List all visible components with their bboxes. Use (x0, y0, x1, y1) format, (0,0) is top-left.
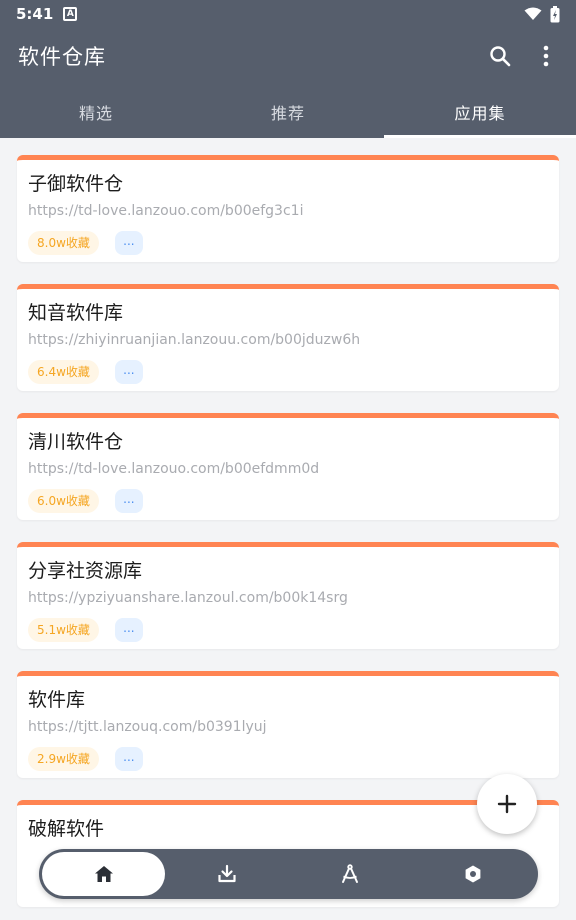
card-tags: 5.1w收藏 ... (28, 618, 548, 642)
title-actions (488, 44, 558, 68)
card-url: https://td-love.lanzouo.com/b00efg3c1i (28, 203, 304, 219)
card-title: 知音软件库 (28, 302, 124, 324)
list-item[interactable]: 分享社资源库 https://ypziyuanshare.lanzoul.com… (17, 542, 559, 649)
gear-icon (465, 865, 481, 883)
battery-icon (550, 5, 560, 22)
list-item[interactable]: 清川软件仓 https://td-love.lanzouo.com/b00efd… (17, 413, 559, 520)
more-options-button[interactable] (534, 44, 558, 68)
more-tag[interactable]: ... (114, 360, 143, 384)
plus-icon (497, 794, 517, 814)
card-url: https://tjtt.lanzouq.com/b0391lyuj (28, 719, 267, 735)
app-notification-icon: A (63, 7, 78, 21)
more-tag[interactable]: ... (114, 489, 143, 513)
card-tags: 6.4w收藏 ... (28, 360, 548, 384)
status-bar: 5:41 A (0, 0, 576, 28)
home-icon (94, 866, 113, 882)
card-title: 破解软件 (28, 818, 105, 840)
card-tags: 8.0w收藏 ... (28, 231, 548, 255)
card-url: https://ypziyuanshare.lanzoul.com/b00k14… (28, 590, 348, 606)
list-item[interactable]: 子御软件仓 https://td-love.lanzouo.com/b00efg… (17, 155, 559, 262)
tab-app-collections[interactable]: 应用集 (384, 86, 576, 138)
download-icon (218, 864, 236, 883)
search-button[interactable] (488, 44, 512, 68)
status-right (524, 5, 560, 23)
nav-downloads[interactable] (165, 852, 288, 896)
tab-recommended[interactable]: 推荐 (192, 86, 384, 138)
card-url: https://td-love.lanzouo.com/b00efdmm0d (28, 461, 320, 477)
card-title: 分享社资源库 (28, 560, 143, 582)
title-bar: 软件仓库 (0, 28, 576, 84)
favorites-badge: 8.0w收藏 (28, 231, 99, 255)
more-tag[interactable]: ... (114, 618, 143, 642)
list-item[interactable]: 知音软件库 https://zhiyinruanjian.lanzouu.com… (17, 284, 559, 391)
app-bar: 5:41 A 软件仓库 精选 推荐 应用集 (0, 0, 576, 138)
bottom-navigation (39, 849, 538, 899)
favorites-badge: 6.0w收藏 (28, 489, 99, 513)
nav-discover[interactable] (289, 852, 412, 896)
add-button[interactable] (477, 774, 537, 834)
page-title: 软件仓库 (18, 45, 106, 69)
card-title: 清川软件仓 (28, 431, 124, 453)
nav-settings[interactable] (412, 852, 535, 896)
favorites-badge: 2.9w收藏 (28, 747, 99, 771)
card-url: https://zhiyinruanjian.lanzouu.com/b00jd… (28, 332, 361, 348)
favorites-badge: 6.4w收藏 (28, 360, 99, 384)
wifi-icon (524, 7, 542, 20)
card-tags: 2.9w收藏 ... (28, 747, 548, 771)
tab-featured[interactable]: 精选 (0, 86, 192, 138)
compass-icon (342, 864, 359, 883)
more-tag[interactable]: ... (114, 231, 143, 255)
card-title: 软件库 (28, 689, 86, 711)
favorites-badge: 5.1w收藏 (28, 618, 99, 642)
nav-home[interactable] (42, 852, 166, 896)
status-time: 5:41 (16, 5, 54, 23)
tab-bar: 精选 推荐 应用集 (0, 86, 576, 138)
card-title: 子御软件仓 (28, 173, 124, 195)
list-item[interactable]: 软件库 https://tjtt.lanzouq.com/b0391lyuj 2… (17, 671, 559, 778)
more-tag[interactable]: ... (114, 747, 143, 771)
more-vert-icon (543, 45, 549, 67)
card-tags: 6.0w收藏 ... (28, 489, 548, 513)
search-icon (490, 46, 511, 67)
